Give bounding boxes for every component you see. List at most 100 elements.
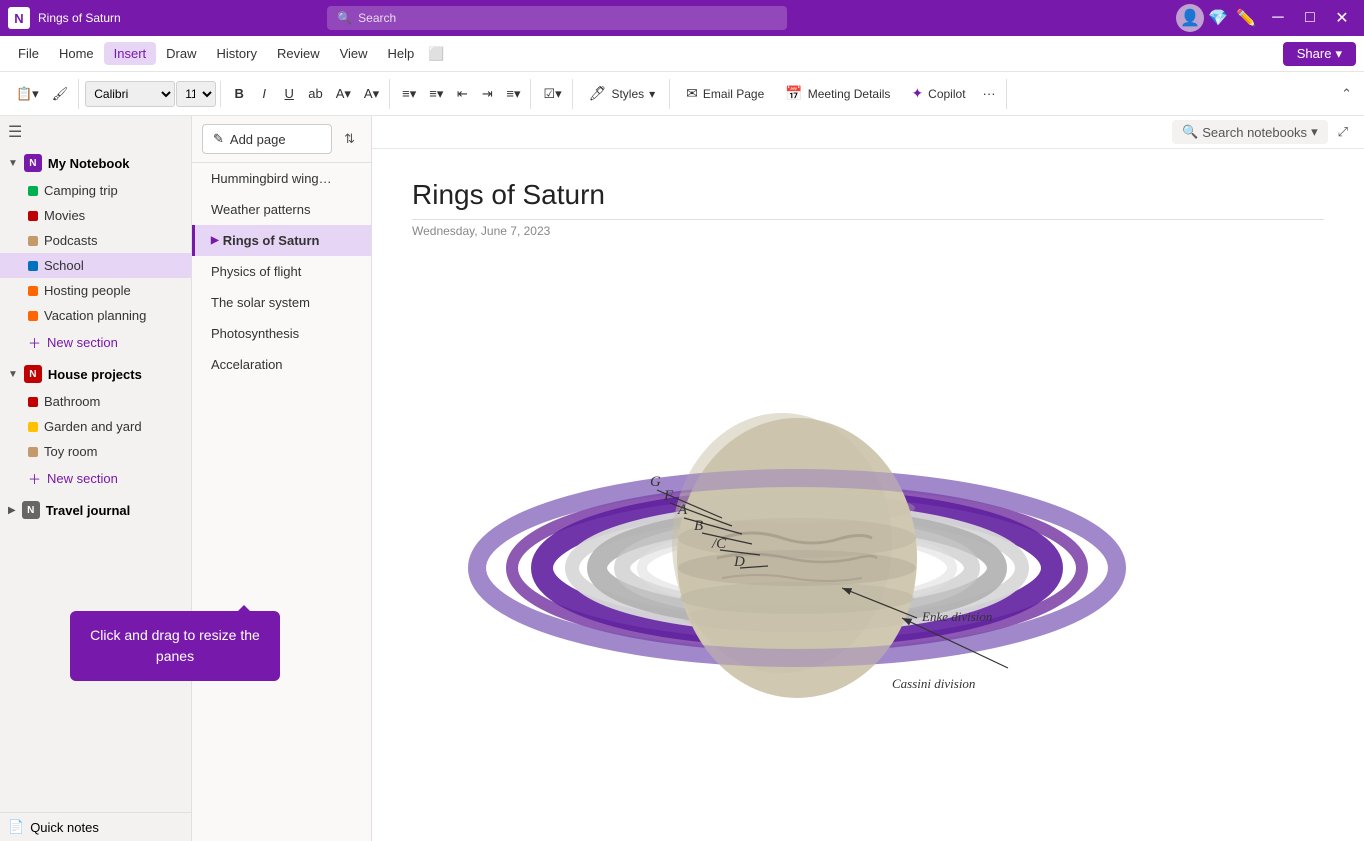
- svg-text:G: G: [650, 474, 661, 490]
- add-page-label: Add page: [230, 132, 286, 147]
- highlight-button[interactable]: A▾: [330, 79, 357, 109]
- pen-icon[interactable]: ✏️: [1232, 4, 1260, 32]
- indent-button[interactable]: ⇥: [475, 79, 499, 109]
- new-section-my-notebook[interactable]: ＋ New section: [0, 328, 191, 357]
- page-physics-flight[interactable]: Physics of flight: [192, 256, 371, 287]
- section-hosting-people[interactable]: Hosting people: [0, 278, 191, 303]
- avatar[interactable]: 👤: [1176, 4, 1204, 32]
- section-label: Podcasts: [44, 233, 97, 248]
- search-notebooks-button[interactable]: 🔍 Search notebooks ▾: [1172, 120, 1328, 144]
- hamburger-menu[interactable]: ☰: [0, 116, 191, 148]
- email-icon: ✉: [686, 85, 698, 102]
- section-bathroom[interactable]: Bathroom: [0, 389, 191, 414]
- notebook-house-projects-icon: N: [24, 365, 42, 383]
- title-bar: N Rings of Saturn 🔍 Search 👤 💎 ✏️ ─ □ ✕: [0, 0, 1364, 36]
- page-hummingbird[interactable]: Hummingbird wing…: [192, 163, 371, 194]
- notebook-house-projects-title: House projects: [48, 367, 142, 382]
- section-podcasts[interactable]: Podcasts: [0, 228, 191, 253]
- notebook-travel-journal: ▶ N Travel journal: [0, 495, 191, 525]
- bold-button[interactable]: B: [227, 79, 251, 109]
- svg-text:D: D: [733, 554, 745, 570]
- tb-clipboard-group: 📋▾ 🖌: [6, 79, 79, 109]
- menu-file[interactable]: File: [8, 42, 49, 65]
- numbering-button[interactable]: ≡▾: [423, 79, 449, 109]
- add-page-button[interactable]: ✎ Add page: [202, 124, 332, 154]
- notebook-my-notebook-icon: N: [24, 154, 42, 172]
- panel-expand-icon[interactable]: ⬜: [424, 42, 448, 66]
- svg-text:Enke division: Enke division: [921, 609, 992, 624]
- underline-button[interactable]: U: [277, 79, 301, 109]
- strikethrough-button[interactable]: ab: [302, 79, 328, 109]
- diamond-icon[interactable]: 💎: [1208, 8, 1228, 28]
- paste-format-btn[interactable]: 🖌: [46, 79, 75, 109]
- expand-button[interactable]: ⤢: [1332, 120, 1354, 144]
- notebook-my-notebook-title: My Notebook: [48, 156, 130, 171]
- outdent-button[interactable]: ⇤: [450, 79, 474, 109]
- align-button[interactable]: ≡▾: [500, 79, 526, 109]
- resize-tooltip-text: Click and drag to resize the panes: [90, 627, 260, 664]
- meeting-details-button[interactable]: 📅 Meeting Details: [775, 79, 900, 109]
- menu-draw[interactable]: Draw: [156, 42, 206, 65]
- search-icon: 🔍: [337, 11, 352, 25]
- email-page-button[interactable]: ✉ Email Page: [676, 79, 774, 109]
- tb-email-group: ✉ Email Page 📅 Meeting Details ✦ Copilot…: [672, 79, 1006, 109]
- notebook-icon-letter: N: [27, 505, 34, 516]
- new-section-label: New section: [47, 471, 118, 486]
- section-vacation-planning[interactable]: Vacation planning: [0, 303, 191, 328]
- section-garden-yard[interactable]: Garden and yard: [0, 414, 191, 439]
- section-label: Garden and yard: [44, 419, 142, 434]
- menu-history[interactable]: History: [207, 42, 267, 65]
- section-movies[interactable]: Movies: [0, 203, 191, 228]
- bullets-button[interactable]: ≡▾: [396, 79, 422, 109]
- svg-text:Cassini division: Cassini division: [892, 676, 975, 691]
- copilot-label: Copilot: [928, 87, 965, 101]
- styles-button[interactable]: 🖊 Styles ▾: [579, 79, 666, 109]
- notebook-my-notebook-header[interactable]: ▼ N My Notebook: [0, 148, 191, 178]
- menu-review[interactable]: Review: [267, 42, 330, 65]
- quick-notes[interactable]: 📄 Quick notes: [0, 812, 191, 841]
- new-section-house-projects[interactable]: ＋ New section: [0, 464, 191, 493]
- more-button[interactable]: ···: [977, 79, 1002, 109]
- notebook-my-notebook: ▼ N My Notebook Camping trip Movies Podc…: [0, 148, 191, 357]
- menu-help[interactable]: Help: [378, 42, 425, 65]
- font-size-select[interactable]: 11: [176, 81, 216, 107]
- checkbox-button[interactable]: ☑▾: [537, 79, 567, 109]
- svg-text:B: B: [694, 518, 703, 534]
- meeting-label: Meeting Details: [808, 87, 891, 101]
- font-color-button[interactable]: A▾: [358, 79, 385, 109]
- share-button[interactable]: Share ▾: [1283, 42, 1356, 66]
- menu-home[interactable]: Home: [49, 42, 104, 65]
- page-weather[interactable]: Weather patterns: [192, 194, 371, 225]
- svg-text:A: A: [677, 502, 688, 518]
- font-family-select[interactable]: Calibri: [85, 81, 175, 107]
- menu-insert[interactable]: Insert: [104, 42, 157, 65]
- sidebar: ☰ ▼ N My Notebook Camping trip Movies Po…: [0, 116, 192, 841]
- section-camping-trip[interactable]: Camping trip: [0, 178, 191, 203]
- section-dot: [28, 261, 38, 271]
- plus-icon: ＋: [28, 333, 41, 352]
- title-search-bar[interactable]: 🔍 Search: [327, 6, 787, 30]
- menu-bar: File Home Insert Draw History Review Vie…: [0, 36, 1364, 72]
- styles-label: Styles: [611, 87, 644, 101]
- italic-button[interactable]: I: [252, 79, 276, 109]
- minimize-button[interactable]: ─: [1264, 4, 1292, 32]
- menu-view[interactable]: View: [330, 42, 378, 65]
- notebook-house-projects-header[interactable]: ▼ N House projects: [0, 359, 191, 389]
- close-button[interactable]: ✕: [1328, 4, 1356, 32]
- page-rings-saturn[interactable]: ▶ Rings of Saturn: [192, 225, 371, 256]
- share-label: Share: [1297, 46, 1332, 61]
- saturn-diagram: G F A B /C D: [412, 258, 1172, 758]
- notebook-travel-journal-header[interactable]: ▶ N Travel journal: [0, 495, 191, 525]
- sort-pages-button[interactable]: ⇅: [338, 127, 361, 151]
- section-toy-room[interactable]: Toy room: [0, 439, 191, 464]
- copilot-button[interactable]: ✦ Copilot: [901, 79, 975, 109]
- page-solar-system[interactable]: The solar system: [192, 287, 371, 318]
- title-search-placeholder: Search: [358, 11, 396, 25]
- maximize-button[interactable]: □: [1296, 4, 1324, 32]
- toolbar-collapse-button[interactable]: ⌃: [1335, 84, 1358, 104]
- section-dot: [28, 211, 38, 221]
- section-school[interactable]: School: [0, 253, 191, 278]
- page-accelaration[interactable]: Accelaration: [192, 349, 371, 380]
- page-photosynthesis[interactable]: Photosynthesis: [192, 318, 371, 349]
- clipboard-btn[interactable]: 📋▾: [10, 79, 45, 109]
